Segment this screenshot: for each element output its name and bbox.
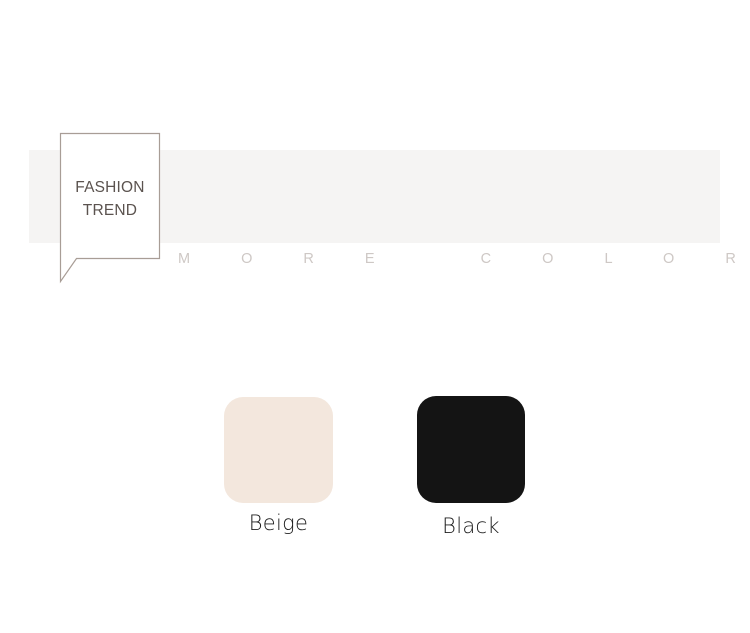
fashion-trend-color-panel: FASHION TREND M O R E C O L O R Beige Bl…: [0, 0, 750, 633]
banner-subtitle: M O R E C O L O R: [178, 251, 750, 267]
color-swatch-beige[interactable]: Beige: [224, 397, 333, 535]
swatch-chip[interactable]: [224, 397, 333, 503]
swatch-chip[interactable]: [417, 396, 525, 503]
color-swatch-black[interactable]: Black: [417, 396, 525, 538]
swatch-label: Black: [442, 514, 500, 538]
swatch-label: Beige: [248, 511, 309, 535]
tag-title: FASHION TREND: [75, 179, 145, 219]
